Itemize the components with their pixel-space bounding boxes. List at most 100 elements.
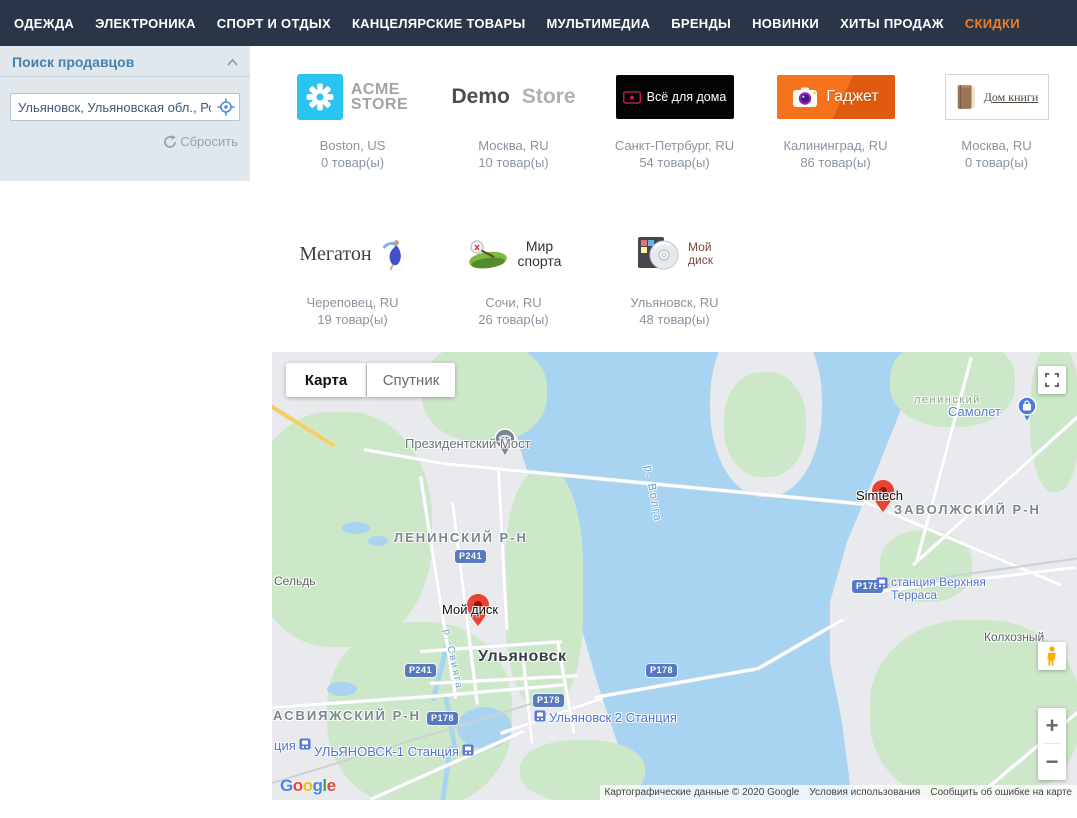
- map-label-ulyanovsk-city: Ульяновск: [478, 648, 567, 666]
- nav-item-multimedia[interactable]: МУЛЬТИМЕДИА: [547, 16, 651, 31]
- vendor-card-megaton: Мегатон Череповец, RU 19 товар(ы): [272, 171, 433, 328]
- road-badge-p241: P241: [405, 664, 436, 677]
- page: ОДЕЖДА ЭЛЕКТРОНИКА СПОРТ И ОТДЫХ КАНЦЕЛЯ…: [0, 0, 1077, 818]
- attribution-terms-link[interactable]: Условия использования: [809, 787, 920, 798]
- vendor-product-count: 10 товар(ы): [433, 154, 594, 171]
- camera-icon: [792, 87, 818, 108]
- vendor-logo-text: Store: [522, 85, 576, 109]
- pegman-icon: [1046, 646, 1058, 666]
- vendor-location: Череповец, RU: [272, 294, 433, 311]
- fullscreen-button[interactable]: [1038, 366, 1066, 394]
- map-label-ulyanovsk2-station: Ульяновск 2 Станция: [534, 710, 677, 725]
- reset-icon: [163, 135, 177, 149]
- riverbank-green: [505, 472, 583, 707]
- vendor-product-count: 26 товар(ы): [433, 311, 594, 328]
- vendor-logo-vsyo-dlya-doma[interactable]: Всё для дома: [594, 71, 755, 123]
- vendor-logo-dom-knigi[interactable]: Дом книги: [916, 71, 1077, 123]
- vendor-logo-demo-store[interactable]: DemoStore: [433, 71, 594, 123]
- vendor-card-dom-knigi: Дом книги Москва, RU 0 товар(ы): [916, 47, 1077, 171]
- google-letter: e: [327, 776, 336, 795]
- vendor-product-count: 0 товар(ы): [272, 154, 433, 171]
- vendor-logo-text: STORE: [351, 97, 408, 112]
- collapse-chevron-icon[interactable]: [227, 59, 238, 66]
- map-type-map-button[interactable]: Карта: [286, 363, 366, 397]
- vendor-location: Сочи, RU: [433, 294, 594, 311]
- vendor-logo-mir-sporta[interactable]: Мир спорта: [433, 228, 594, 280]
- google-letter: G: [280, 776, 293, 795]
- station-label-text: Терраса: [891, 589, 986, 602]
- seller-search-panel: Поиск продавцов: [0, 46, 250, 181]
- vendor-location: Ульяновск, RU: [594, 294, 755, 311]
- vendor-card-moy-disk: Мой диск Ульяновск, RU 48 товар(ы): [594, 171, 755, 328]
- vendor-logo-moy-disk[interactable]: Мой диск: [594, 228, 755, 280]
- nav-item-electronics[interactable]: ЭЛЕКТРОНИКА: [95, 16, 196, 31]
- vendor-card-demo-store: DemoStore Москва, RU 10 товар(ы): [433, 47, 594, 171]
- vendor-card-gadget: Гаджет Калининград, RU 86 товар(ы): [755, 47, 916, 171]
- reset-label: Сбросить: [180, 134, 238, 149]
- vendor-logo-gadget[interactable]: Гаджет: [755, 71, 916, 123]
- road-badge-p178: P178: [646, 664, 677, 677]
- sport-bag-icon: [466, 239, 510, 269]
- google-map[interactable]: P241 P241 P178 P178 P178 P178 Президентс…: [272, 352, 1077, 800]
- pegman-control[interactable]: [1038, 642, 1066, 670]
- vendor-logo-text: Гаджет: [826, 88, 878, 106]
- vendor-logo-megaton[interactable]: Мегатон: [272, 228, 433, 280]
- map-label-simtech: Simtech: [856, 488, 903, 503]
- vendor-grid: ACME STORE Boston, US 0 товар(ы) DemoSto…: [272, 47, 1077, 328]
- google-letter: g: [313, 776, 323, 795]
- seller-search-body: Сбросить: [0, 77, 250, 149]
- vendor-logo-text: диск: [688, 254, 713, 267]
- map-label-samolet: Самолет: [948, 404, 1001, 419]
- pond: [327, 682, 357, 696]
- vendor-location: Boston, US: [272, 137, 433, 154]
- attribution-report-link[interactable]: Сообщить об ошибке на карте: [930, 787, 1072, 798]
- map-label-zasviyazhsky-district: АСВИЯЖСКИЙ Р-Н: [273, 708, 421, 723]
- geolocate-icon[interactable]: [217, 98, 235, 116]
- train-station-icon: [876, 577, 888, 589]
- nav-item-sport[interactable]: СПОРТ И ОТДЫХ: [217, 16, 331, 31]
- vendor-location: Москва, RU: [916, 137, 1077, 154]
- attribution-copyright: Картографические данные © 2020 Google: [605, 787, 800, 798]
- road-badge-p178: P178: [427, 712, 458, 725]
- vendor-card-acme: ACME STORE Boston, US 0 товар(ы): [272, 47, 433, 171]
- nav-item-stationery[interactable]: КАНЦЕЛЯРСКИЕ ТОВАРЫ: [352, 16, 526, 31]
- nav-item-discounts[interactable]: СКИДКИ: [965, 16, 1020, 31]
- google-letter: o: [303, 776, 313, 795]
- vendor-product-count: 54 товар(ы): [594, 154, 755, 171]
- map-label-seld: Сельдь: [274, 574, 315, 588]
- nav-item-brands[interactable]: БРЕНДЫ: [671, 16, 731, 31]
- vendor-card-vsyo-dlya-doma: Всё для дома Санкт-Петрбург, RU 54 товар…: [594, 47, 755, 171]
- train-station-icon: [462, 744, 474, 756]
- google-logo[interactable]: Google: [280, 776, 336, 796]
- seller-location-input[interactable]: [10, 93, 240, 121]
- map-label-kolkhozny: Колхозный: [984, 630, 1044, 644]
- top-navigation: ОДЕЖДА ЭЛЕКТРОНИКА СПОРТ И ОТДЫХ КАНЦЕЛЯ…: [0, 0, 1077, 46]
- map-type-satellite-button[interactable]: Спутник: [367, 363, 455, 397]
- vendor-logo-text: Дом книги: [984, 90, 1039, 105]
- nav-item-new[interactable]: НОВИНКИ: [752, 16, 819, 31]
- vendor-logo-acme[interactable]: ACME STORE: [272, 71, 433, 123]
- google-letter: o: [293, 776, 303, 795]
- reset-filters-link[interactable]: Сбросить: [10, 134, 240, 149]
- zoom-in-button[interactable]: +: [1038, 708, 1066, 743]
- train-station-icon: [534, 710, 546, 722]
- map-label-verhnyaya-terrasa-station: станция Верхняя Терраса: [876, 576, 986, 602]
- map-label-station-cut: ция: [274, 738, 311, 753]
- station-label-text: Ульяновск 2 Станция: [549, 710, 677, 725]
- samolet-store-marker-icon[interactable]: [1016, 396, 1038, 424]
- vendor-row-2: Мегатон Череповец, RU 19 товар(ы): [272, 171, 1077, 328]
- tv-icon: [623, 91, 641, 104]
- nav-item-clothes[interactable]: ОДЕЖДА: [14, 16, 74, 31]
- vendor-product-count: 86 товар(ы): [755, 154, 916, 171]
- zoom-out-button[interactable]: −: [1038, 744, 1066, 779]
- vendor-logo-text: ACME: [351, 82, 408, 97]
- map-label-moy-disk: Мой диск: [442, 602, 498, 617]
- map-label-ulyanovsk1-station: УЛЬЯНОВСК-1 Станция: [314, 744, 474, 759]
- cd-disc-icon: [636, 235, 680, 273]
- pond: [368, 536, 388, 546]
- road-badge-p241: P241: [455, 550, 486, 563]
- vendor-logo-text: спорта: [518, 254, 562, 269]
- seller-search-title: Поиск продавцов: [12, 54, 134, 70]
- vendor-row-1: ACME STORE Boston, US 0 товар(ы) DemoSto…: [272, 47, 1077, 171]
- nav-item-bestsellers[interactable]: ХИТЫ ПРОДАЖ: [840, 16, 944, 31]
